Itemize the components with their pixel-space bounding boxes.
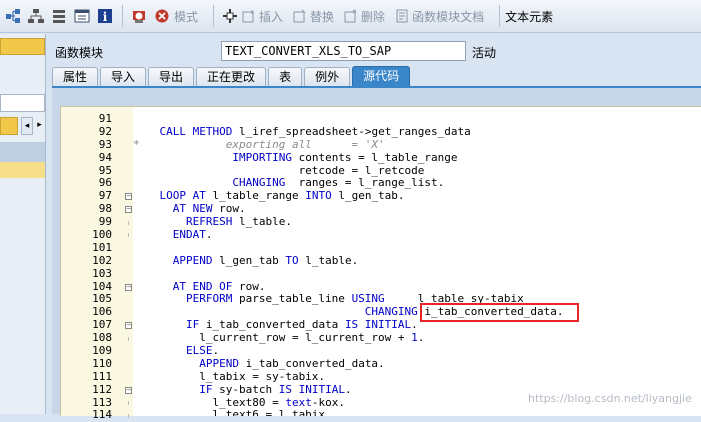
line-number: 111 [92, 369, 112, 383]
nav-arrow-left-icon[interactable]: ◂ [21, 117, 33, 135]
mode-button[interactable]: 模式 [174, 8, 198, 25]
tab-source-code[interactable]: 源代码 [352, 66, 411, 86]
tab-attributes[interactable]: 属性 [52, 67, 99, 86]
application-toolbar: i 模式 插入 替换 删除 函数模块文档 文本元素 [0, 0, 701, 33]
stack-icon[interactable] [48, 5, 70, 27]
tab-exceptions[interactable]: 例外 [304, 67, 351, 86]
replace-icon [293, 9, 307, 23]
other-object-icon[interactable] [2, 5, 24, 27]
print-settings-icon[interactable] [128, 5, 150, 27]
line-number: 101 [92, 240, 112, 254]
function-module-name-field[interactable]: TEXT_CONVERT_XLS_TO_SAP [221, 41, 466, 61]
insert-icon [242, 9, 256, 23]
toolbar-separator [122, 5, 123, 27]
line-number: 93 [98, 137, 112, 151]
nav-arrow-right-icon[interactable]: ▸ [34, 117, 45, 135]
function-module-label: 函数模块 [55, 46, 104, 60]
status-label: 活动 [472, 46, 497, 60]
code-area[interactable]: CALL METHOD l_iref_spreadsheet->get_rang… [133, 106, 701, 416]
line-number: 109 [92, 344, 112, 358]
replace-button[interactable]: 替换 [293, 8, 334, 25]
cross-move-icon[interactable] [219, 5, 241, 27]
delete-icon [344, 9, 358, 23]
annotation-highlight-box [420, 303, 579, 322]
function-module-doc-icon [395, 9, 409, 23]
svg-text:i: i [103, 10, 108, 24]
nav-button[interactable] [0, 117, 18, 135]
tab-import[interactable]: 导入 [100, 67, 147, 86]
tab-tables[interactable]: 表 [268, 67, 303, 86]
watermark: https://blog.csdn.net/liyangjie [528, 392, 692, 405]
line-number: 94 [98, 150, 112, 164]
toolbar-separator [499, 5, 501, 27]
info-icon[interactable]: i [94, 5, 116, 27]
line-number: 91 [98, 112, 112, 125]
delete-button[interactable]: 删除 [344, 8, 385, 25]
nav-row[interactable] [0, 142, 45, 162]
line-number: 114 [92, 408, 112, 422]
line-number: 92 [98, 124, 112, 138]
tab-export[interactable]: 导出 [148, 67, 195, 86]
tab-strip: 属性 导入 导出 正在更改 表 例外 源代码 [52, 66, 701, 86]
function-module-doc-button[interactable]: 函数模块文档 [395, 8, 484, 25]
line-number: 100 [92, 228, 112, 242]
tab-changing[interactable]: 正在更改 [196, 67, 267, 86]
code-text: CALL METHOD l_iref_spreadsheet->get_rang… [133, 124, 564, 416]
nav-input[interactable] [0, 94, 45, 112]
line-number: 112 [92, 382, 112, 396]
nav-selected-field[interactable] [0, 38, 45, 55]
nav-row-selected[interactable] [0, 162, 45, 178]
line-number: 103 [92, 266, 112, 280]
delete-record-icon[interactable] [151, 5, 173, 27]
insert-button[interactable]: 插入 [242, 8, 283, 25]
line-number: 110 [92, 356, 112, 370]
text-elements-button[interactable]: 文本元素 [505, 8, 553, 25]
navigation-pane: ◂ ▸ [0, 34, 46, 414]
window-icon[interactable] [71, 5, 93, 27]
line-numbers: 91 92 93 94 95 96 97 98 99 100 101 102 103 104 105 106 1… [61, 112, 116, 422]
toolbar-separator [213, 5, 215, 27]
line-number: 102 [92, 253, 112, 267]
hierarchy-icon[interactable] [25, 5, 47, 27]
editor-gutter: 91 92 93 94 95 96 97 98 99 100 101 102 103 104 105 106 1… [60, 106, 133, 421]
source-code-editor: 91 92 93 94 95 96 97 98 99 100 101 102 103 104 105 106 1… [52, 86, 701, 421]
